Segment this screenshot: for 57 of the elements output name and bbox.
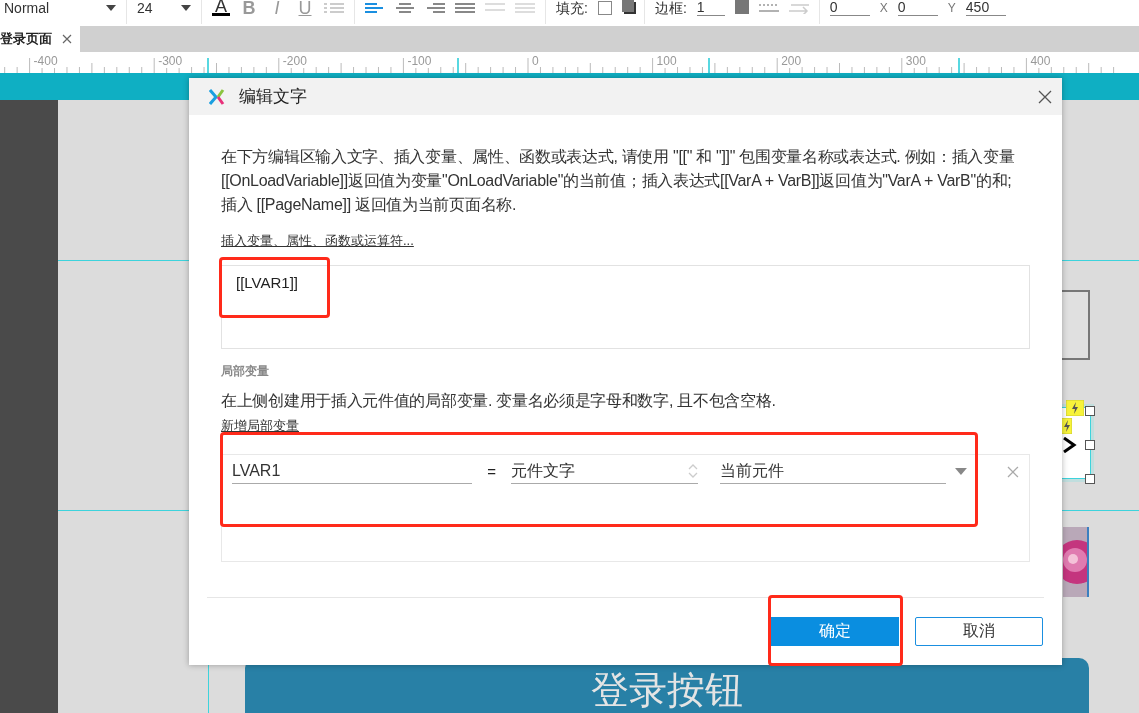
justify-icon[interactable] (455, 2, 475, 14)
width-field[interactable]: 450 (965, 0, 1006, 16)
x-label: X (879, 0, 888, 16)
ruler-label: 0 (532, 54, 539, 68)
ruler-label: 400 (1030, 54, 1051, 68)
local-variable-hint: 在上侧创建用于插入元件值的局部变量. 变量名必须是字母和数字, 且不包含空格. (221, 391, 777, 411)
fill-color-swatch[interactable] (597, 1, 612, 15)
delete-icon[interactable] (1007, 465, 1020, 478)
equals-sign: = (486, 463, 498, 480)
page-tab[interactable]: 登录页面 (0, 26, 80, 52)
y-field[interactable]: 0 (897, 0, 938, 16)
align-center-icon[interactable] (395, 2, 415, 14)
format-button[interactable]: A (212, 0, 230, 16)
align-right-icon[interactable] (425, 2, 445, 14)
variable-name-field[interactable]: LVAR1 (232, 459, 473, 484)
list-icon (324, 2, 344, 14)
insert-variable-link[interactable]: 插入变量、属性、函数或运算符... (221, 233, 414, 249)
logo-icon (209, 87, 225, 106)
border-color-swatch[interactable] (734, 0, 749, 14)
style-dropdown[interactable]: Normal (4, 0, 116, 16)
ruler-label: -300 (158, 54, 183, 68)
close-icon[interactable] (1038, 89, 1052, 104)
tab-label: 登录页面 (0, 30, 52, 48)
ruler-label: -200 (282, 54, 307, 68)
instructions-text: 在下方编辑区输入文字、插入变量、属性、函数或表达式, 请使用 "[[" 和 "]]" 包围变量名称或表达式. 例如：插入变量[[OnLoadVariable]]返回值为变量"OnLoadVariable"的当前值；插入表达式[[VarA + VarB]]返回值为"VarA + VarB"的和;插入 [[PageName]] 返回值为当前页面名称. (221, 147, 1016, 215)
x-field[interactable]: 0 (829, 0, 870, 16)
caret-icon (106, 5, 116, 11)
section-heading: 局部变量 (221, 363, 270, 380)
caret-icon (181, 5, 191, 11)
ruler-label: -100 (407, 54, 432, 68)
ruler-label: -400 (33, 54, 58, 68)
close-icon[interactable] (62, 34, 72, 44)
shadow-swatch[interactable] (621, 0, 634, 12)
target-select[interactable]: 当前元件 (719, 459, 947, 484)
resize-handle[interactable] (1085, 440, 1095, 450)
line-style-icon[interactable] (758, 2, 779, 14)
chevron-icon (1063, 437, 1077, 453)
y-label: Y (947, 0, 956, 16)
align-left-icon[interactable] (365, 2, 385, 14)
ruler-label: 100 (656, 54, 677, 68)
up-down-icon (687, 463, 698, 479)
border-width-field[interactable]: 1 (696, 0, 725, 16)
dropdown-arrow-icon[interactable] (955, 468, 968, 475)
font-size-dropdown[interactable]: 24 (137, 0, 191, 16)
confirm-button[interactable]: 确定 (771, 617, 899, 646)
dialog-title: 编辑文字 (239, 86, 308, 108)
border-label: 边框: (654, 0, 687, 16)
expression-text: [[LVAR1]] (236, 274, 298, 291)
add-variable-link[interactable]: 新增局部变量 (221, 418, 299, 434)
value-type-select[interactable]: 元件文字 (511, 459, 698, 484)
resize-handle[interactable] (1085, 474, 1095, 484)
lightning-icon (1066, 400, 1084, 416)
ruler-label: 200 (781, 54, 802, 68)
cancel-button[interactable]: 取消 (915, 617, 1043, 646)
ruler-label: 300 (905, 54, 926, 68)
resize-handle[interactable] (1085, 406, 1095, 416)
fill-label: 填充: (556, 0, 588, 16)
